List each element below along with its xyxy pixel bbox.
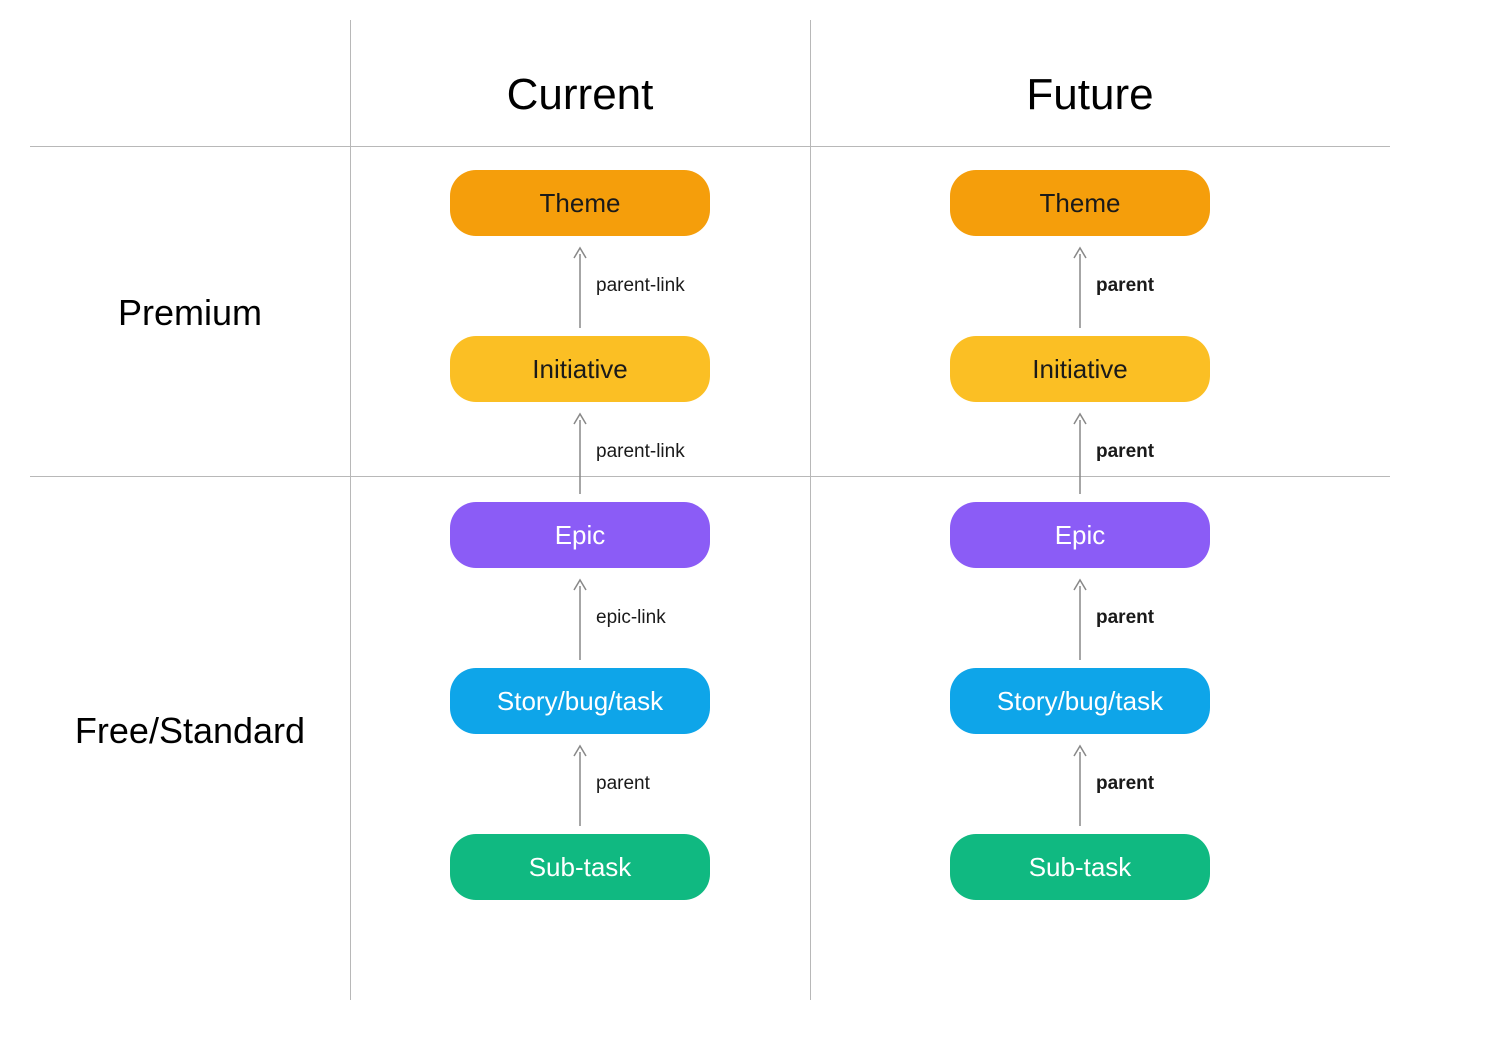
- arrow-label: epic-link: [596, 607, 666, 629]
- arrow-gap: parent-link: [450, 236, 710, 336]
- arrow-up-icon: [1073, 576, 1087, 660]
- node-story-current: Story/bug/task: [450, 668, 710, 734]
- arrow-gap: parent: [450, 734, 710, 834]
- node-epic-current: Epic: [450, 502, 710, 568]
- node-label: Epic: [555, 520, 606, 551]
- arrow-gap: parent-link: [450, 402, 710, 502]
- column-header-current: Current: [350, 70, 810, 120]
- vertical-divider-1: [350, 20, 351, 1000]
- horizontal-divider-1: [30, 146, 1390, 147]
- arrow-gap: parent: [950, 402, 1210, 502]
- arrow-label: parent: [1096, 607, 1154, 629]
- arrow-label: parent-link: [596, 441, 685, 463]
- arrow-gap: parent: [950, 236, 1210, 336]
- arrow-up-icon: [1073, 410, 1087, 494]
- node-label: Initiative: [1032, 354, 1127, 385]
- arrow-gap: parent: [950, 734, 1210, 834]
- node-label: Sub-task: [529, 852, 632, 883]
- node-theme-current: Theme: [450, 170, 710, 236]
- node-story-future: Story/bug/task: [950, 668, 1210, 734]
- node-label: Theme: [1040, 188, 1121, 219]
- arrow-up-icon: [573, 576, 587, 660]
- node-label: Theme: [540, 188, 621, 219]
- hierarchy-current: Theme parent-link Initiative parent-link…: [450, 170, 710, 900]
- node-subtask-current: Sub-task: [450, 834, 710, 900]
- row-label-free: Free/Standard: [30, 710, 350, 752]
- arrow-up-icon: [573, 410, 587, 494]
- node-label: Initiative: [532, 354, 627, 385]
- node-initiative-future: Initiative: [950, 336, 1210, 402]
- node-label: Story/bug/task: [497, 686, 663, 717]
- arrow-label: parent: [1096, 441, 1154, 463]
- node-subtask-future: Sub-task: [950, 834, 1210, 900]
- arrow-label: parent: [1096, 773, 1154, 795]
- arrow-label: parent-link: [596, 275, 685, 297]
- arrow-label: parent: [596, 773, 650, 795]
- node-label: Epic: [1055, 520, 1106, 551]
- arrow-label: parent: [1096, 275, 1154, 297]
- vertical-divider-2: [810, 20, 811, 1000]
- arrow-up-icon: [573, 244, 587, 328]
- hierarchy-future: Theme parent Initiative parent Epic: [950, 170, 1210, 900]
- arrow-up-icon: [573, 742, 587, 826]
- node-initiative-current: Initiative: [450, 336, 710, 402]
- diagram-grid: Current Future Premium Free/Standard The…: [30, 20, 1390, 1000]
- node-epic-future: Epic: [950, 502, 1210, 568]
- arrow-gap: parent: [950, 568, 1210, 668]
- arrow-up-icon: [1073, 742, 1087, 826]
- node-theme-future: Theme: [950, 170, 1210, 236]
- arrow-up-icon: [1073, 244, 1087, 328]
- arrow-gap: epic-link: [450, 568, 710, 668]
- node-label: Sub-task: [1029, 852, 1132, 883]
- column-header-future: Future: [810, 70, 1370, 120]
- node-label: Story/bug/task: [997, 686, 1163, 717]
- row-label-premium: Premium: [30, 292, 350, 334]
